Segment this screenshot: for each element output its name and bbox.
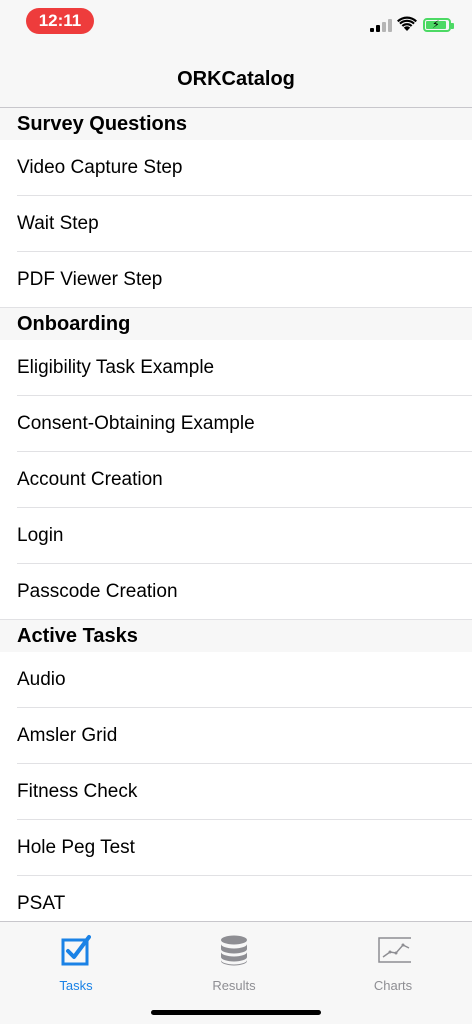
tab-charts[interactable]: Charts [333, 930, 453, 993]
battery-icon: ⚡ [423, 18, 454, 32]
task-list[interactable]: Survey Questions Video Capture Step Wait… [0, 108, 472, 921]
tab-label-results: Results [212, 978, 256, 993]
section-header-onboarding: Onboarding [0, 308, 472, 340]
cellular-signal-icon [370, 18, 392, 32]
status-bar: 12:11 ⚡ [0, 0, 472, 50]
tab-bar: Tasks Results Charts [0, 921, 472, 1024]
list-item[interactable]: Consent-Obtaining Example [0, 396, 472, 452]
tab-label-tasks: Tasks [59, 978, 93, 993]
home-indicator[interactable] [151, 1010, 321, 1015]
database-icon [221, 935, 247, 966]
navigation-bar: ORKCatalog [0, 50, 472, 108]
list-item[interactable]: Video Capture Step [0, 140, 472, 196]
section-header-survey-questions: Survey Questions [0, 108, 472, 140]
tab-tasks[interactable]: Tasks [16, 930, 136, 993]
list-item[interactable]: Fitness Check [0, 764, 472, 820]
checkbox-icon [61, 935, 91, 966]
page-title: ORKCatalog [177, 68, 295, 90]
list-item[interactable]: Amsler Grid [0, 708, 472, 764]
list-item[interactable]: Account Creation [0, 452, 472, 508]
list-item[interactable]: Wait Step [0, 196, 472, 252]
section-header-active-tasks: Active Tasks [0, 620, 472, 652]
list-item[interactable]: Eligibility Task Example [0, 340, 472, 396]
status-time[interactable]: 12:11 [26, 8, 94, 34]
wifi-icon [397, 16, 417, 31]
chart-icon [378, 937, 411, 963]
list-item[interactable]: Login [0, 508, 472, 564]
list-item[interactable]: Passcode Creation [0, 564, 472, 620]
tab-results[interactable]: Results [174, 930, 294, 993]
list-item[interactable]: Audio [0, 652, 472, 708]
list-item[interactable]: Hole Peg Test [0, 820, 472, 876]
list-item[interactable]: PDF Viewer Step [0, 252, 472, 308]
list-item[interactable]: PSAT [0, 876, 472, 921]
tab-label-charts: Charts [373, 978, 413, 993]
